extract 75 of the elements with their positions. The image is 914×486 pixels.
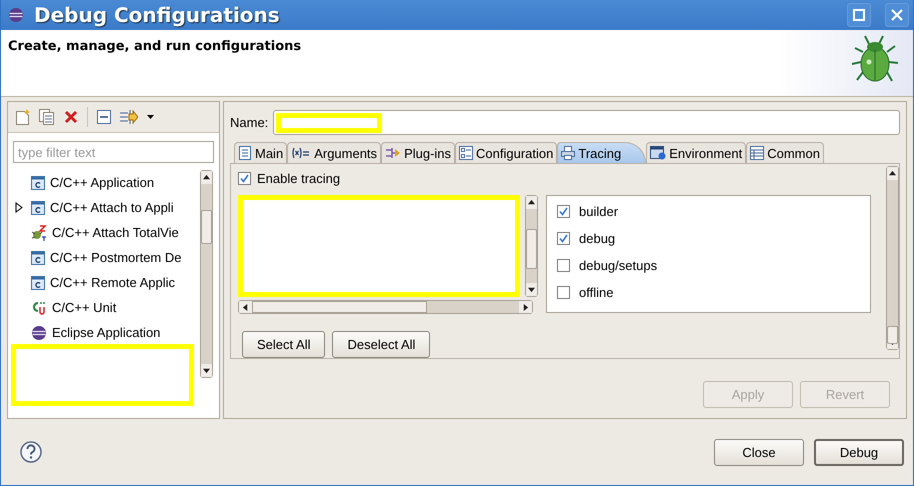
checkbox-icon[interactable] — [557, 205, 570, 218]
scroll-arrow-icon[interactable] — [522, 304, 529, 310]
scroll-arrow-icon[interactable] — [889, 170, 896, 177]
tab[interactable]: Environment — [646, 142, 746, 163]
config-type-item[interactable]: Eclipse Application — [12, 320, 200, 345]
scroll-thumb[interactable] — [201, 210, 212, 244]
vertical-scrollbar[interactable] — [525, 195, 538, 297]
vertical-scrollbar[interactable] — [886, 166, 899, 350]
close-icon — [890, 8, 904, 22]
scroll-arrow-icon[interactable] — [528, 286, 535, 293]
trace-option-checkbox[interactable]: debug/setups — [557, 257, 870, 274]
close-button[interactable]: Close — [714, 438, 804, 466]
enable-tracing-checkbox[interactable]: Enable tracing — [238, 171, 871, 186]
checkbox-icon[interactable] — [557, 259, 570, 272]
filter-field[interactable]: type filter text — [13, 141, 214, 163]
vertical-scrollbar[interactable] — [200, 170, 213, 378]
list-icon — [459, 146, 474, 160]
checkbox-icon[interactable] — [557, 286, 570, 299]
new-document-icon[interactable] — [16, 109, 30, 125]
printer-icon — [561, 146, 576, 160]
document-icon — [238, 146, 252, 160]
select-button[interactable]: Select All — [242, 331, 326, 358]
select-button[interactable]: Deselect All — [332, 331, 430, 358]
scroll-arrow-icon[interactable] — [242, 304, 249, 310]
cu-icon — [31, 300, 47, 316]
tab[interactable]: Arguments — [287, 142, 382, 163]
config-type-item[interactable]: C/C++ Remote Applic — [12, 270, 200, 295]
tab[interactable]: Common — [746, 142, 824, 163]
window-title: Debug Configurations — [34, 3, 280, 27]
scroll-thumb[interactable] — [252, 301, 427, 313]
eclipse-icon — [8, 7, 24, 23]
c-window-icon — [31, 250, 45, 264]
header-message: Create, manage, and run configurations — [7, 38, 302, 56]
tab[interactable]: Configuration — [455, 142, 558, 163]
scroll-thumb[interactable] — [526, 229, 537, 269]
variable-icon — [291, 146, 312, 160]
tab[interactable]: Main — [234, 142, 288, 163]
c-window-icon — [31, 200, 45, 214]
window-icon — [650, 146, 666, 160]
horizontal-scrollbar[interactable] — [238, 300, 533, 314]
dropdown-caret-icon[interactable] — [147, 115, 154, 119]
copy-icon[interactable] — [39, 109, 55, 125]
expand-icon[interactable] — [15, 202, 23, 213]
plugin-icon — [385, 146, 402, 160]
maximize-button[interactable] — [847, 3, 871, 27]
tab[interactable]: Tracing — [557, 142, 646, 163]
c-window-icon — [31, 176, 45, 190]
collapse-icon[interactable] — [97, 110, 111, 124]
scroll-arrow-icon[interactable] — [203, 174, 210, 181]
trace-option-checkbox[interactable]: debug — [557, 230, 870, 247]
c-window-icon — [31, 276, 45, 290]
config-type-item[interactable]: C/C++ Unit — [12, 295, 200, 320]
scroll-thumb[interactable] — [887, 326, 898, 344]
config-type-item[interactable]: C/C++ Attach to Appli — [12, 195, 200, 220]
eclipse-icon — [31, 324, 47, 340]
config-type-item[interactable]: C/C++ Application — [12, 170, 200, 195]
tab[interactable]: Plug-ins — [381, 142, 456, 163]
scroll-arrow-icon[interactable] — [528, 199, 535, 206]
checkbox-icon[interactable] — [557, 232, 570, 245]
trace-option-checkbox[interactable]: builder — [557, 203, 870, 220]
config-type-item[interactable]: C/C++ Postmortem De — [12, 245, 200, 270]
help-icon[interactable] — [20, 441, 42, 463]
name-label: Name: — [230, 115, 268, 130]
name-field[interactable] — [273, 110, 900, 135]
checkbox-icon[interactable] — [238, 172, 251, 185]
config-type-item[interactable]: C/C++ Attach TotalVie — [12, 220, 200, 245]
table-icon — [750, 146, 764, 160]
bug-z-icon — [31, 224, 47, 240]
trace-option-checkbox[interactable]: offline — [557, 284, 870, 301]
filter-arrow-icon[interactable] — [120, 109, 138, 125]
close-window-button[interactable] — [885, 3, 909, 27]
debug-button[interactable]: Debug — [814, 438, 904, 466]
delete-icon[interactable] — [64, 110, 78, 124]
maximize-icon — [853, 9, 865, 21]
scroll-arrow-icon[interactable] — [203, 367, 210, 374]
